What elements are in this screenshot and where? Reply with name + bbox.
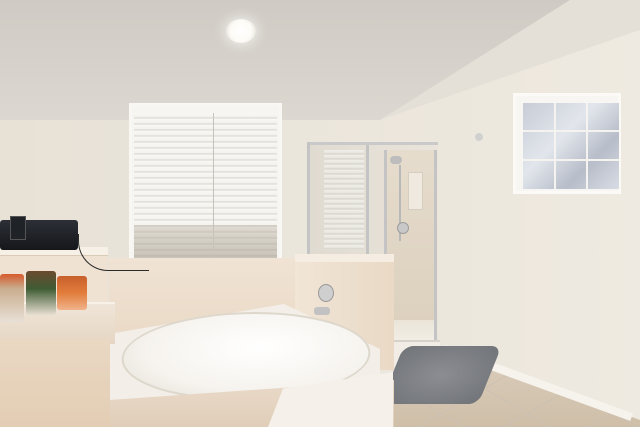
shower-frame-top bbox=[307, 142, 438, 145]
shower-frame-right bbox=[434, 150, 437, 346]
docked-device bbox=[10, 216, 26, 240]
blind-cord bbox=[213, 113, 214, 263]
faucet-spout bbox=[314, 307, 330, 315]
candle-jar bbox=[0, 274, 24, 322]
candle-jar bbox=[57, 276, 87, 310]
bathroom-photo bbox=[0, 0, 640, 427]
shower-niche bbox=[408, 172, 423, 210]
shower-valve bbox=[397, 222, 409, 234]
shower-frame-left bbox=[307, 142, 310, 255]
vanity-cabinet bbox=[0, 340, 110, 427]
ceiling-light bbox=[226, 19, 256, 43]
blind-reflection bbox=[324, 150, 364, 250]
candle-jar bbox=[26, 271, 56, 315]
shower-frame-middle bbox=[366, 145, 369, 257]
window-muntins bbox=[523, 103, 619, 189]
tub-wall-cap bbox=[295, 254, 394, 262]
faucet-handle bbox=[318, 284, 334, 302]
shower-head bbox=[390, 156, 402, 164]
wall-hook bbox=[475, 133, 483, 141]
